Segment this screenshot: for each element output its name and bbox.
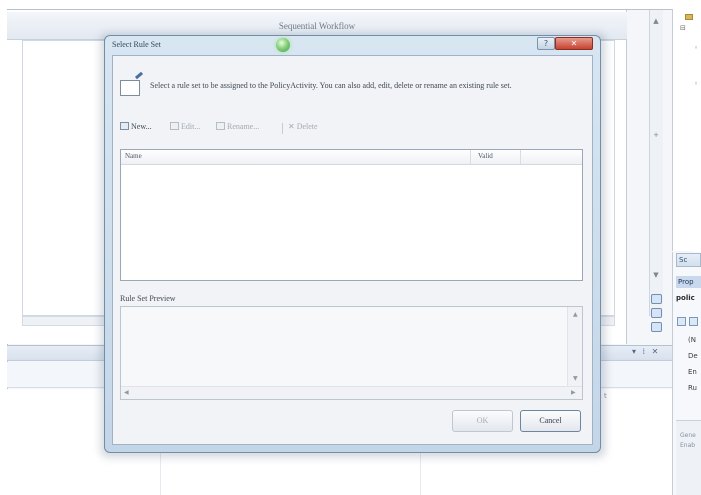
rule-set-list[interactable] [120,149,583,281]
scroll-thumb-icon[interactable]: + [649,130,663,140]
delete-button[interactable]: ✕ Delete [288,122,318,131]
zoom-controls [649,290,663,344]
edit-rules-icon [120,80,140,96]
title-bar-buttons: ? ✕ [537,37,593,51]
delete-icon: ✕ [288,122,295,131]
scroll-left-arrow-icon[interactable]: ◀ [124,389,129,396]
pane-window-controls[interactable]: ▾ ⁞ ✕ [632,347,660,356]
new-button[interactable]: New... [120,122,152,131]
properties-object-name[interactable]: polic [676,294,701,302]
cancel-button[interactable]: Cancel [520,410,581,432]
column-divider[interactable] [470,150,471,165]
zoom-in-icon[interactable] [651,294,662,304]
scroll-right-arrow-icon[interactable]: ▶ [571,389,576,396]
tree-node[interactable]: ◦ [694,80,698,88]
instruction-text: Select a rule set to be assigned to the … [150,81,512,90]
rename-icon [216,122,225,130]
tree-node[interactable]: ⊟ [680,24,686,32]
busy-orb-icon [276,38,290,52]
new-label: New... [131,122,152,131]
edit-label: Edit... [181,122,201,131]
scroll-up-arrow-icon[interactable]: ▲ [573,311,578,318]
dialog-title: Select Rule Set [112,40,161,49]
column-divider[interactable] [520,150,521,165]
alphabetical-icon[interactable] [689,317,698,326]
description-line: Gene [680,432,696,439]
property-name[interactable]: De [688,352,701,360]
new-icon [120,122,129,130]
properties-toolbar [676,315,701,329]
folder-icon [685,14,693,20]
property-name[interactable]: En [688,368,701,376]
preview-horizontal-scrollbar[interactable]: ◀ ▶ [121,386,582,399]
scroll-up-arrow-icon[interactable]: ▲ [649,16,663,26]
properties-title: Prop [676,276,701,288]
edit-button[interactable]: Edit... [170,122,200,131]
edit-icon [170,122,179,130]
description-line: Enab [680,442,696,449]
help-button[interactable]: ? [537,37,555,50]
list-header: Name Valid [121,150,582,165]
property-name[interactable]: Ru [688,384,701,392]
zoom-find-icon[interactable] [651,308,662,318]
tree-node[interactable]: ◦ [694,44,698,52]
rename-label: Rename... [227,122,260,131]
scroll-down-arrow-icon[interactable]: ▼ [649,270,663,280]
categorized-icon[interactable] [677,317,686,326]
property-name[interactable]: (N [688,336,701,344]
tab-solution[interactable]: Sc [676,253,701,267]
scroll-down-arrow-icon[interactable]: ▼ [573,375,578,382]
preview-label: Rule Set Preview [120,294,176,303]
column-header-valid[interactable]: Valid [478,152,493,160]
close-button[interactable]: ✕ [555,37,593,50]
delete-label: Delete [296,122,318,131]
pan-icon[interactable] [651,322,662,332]
ok-button[interactable]: OK [452,410,513,432]
rename-button[interactable]: Rename... [216,122,259,131]
preview-vertical-scrollbar[interactable]: ▲ ▼ [567,307,582,387]
toolbar-separator [282,123,283,134]
column-header-name[interactable]: Name [125,152,142,160]
